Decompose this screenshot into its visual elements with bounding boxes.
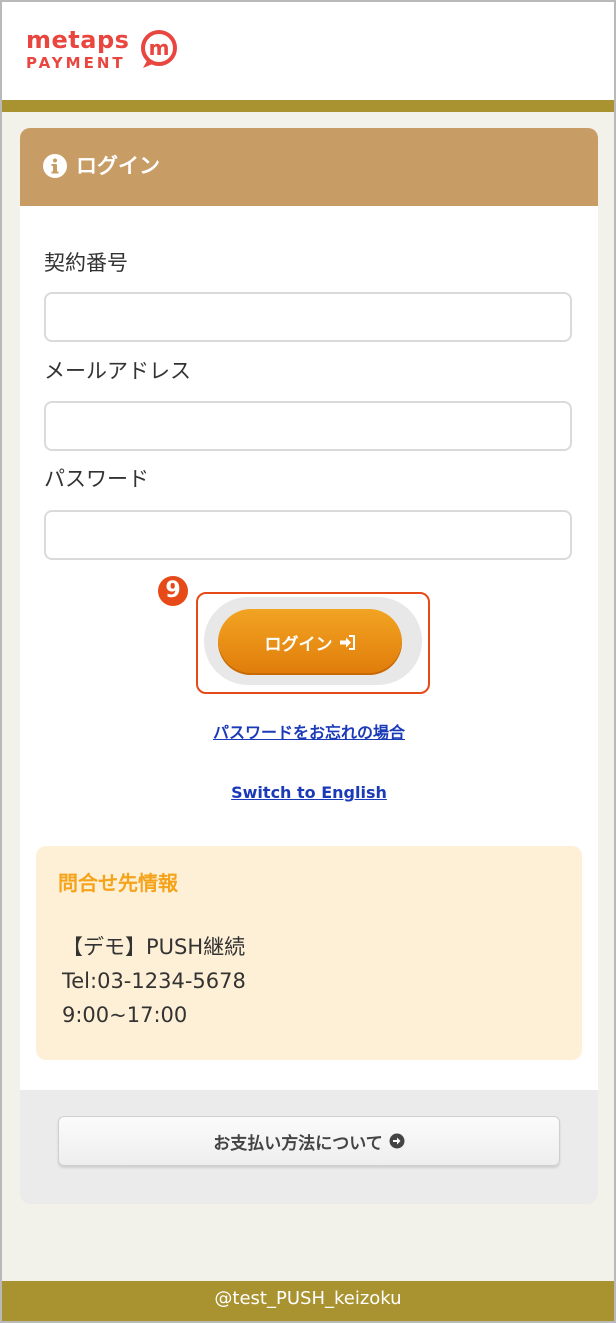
email-input[interactable]: [44, 401, 572, 451]
header-divider: [2, 100, 614, 112]
contract-number-label: 契約番号: [44, 251, 128, 275]
info-icon: [43, 154, 67, 178]
sign-in-icon: [339, 634, 355, 650]
logo-subtitle: PAYMENT: [26, 54, 126, 72]
login-button-label: ログイン: [264, 634, 333, 655]
login-button[interactable]: ログイン: [218, 609, 402, 675]
email-label: メールアドレス: [44, 359, 191, 383]
logo-mark-letter: m: [149, 36, 170, 60]
forgot-password-link[interactable]: パスワードをお忘れの場合: [20, 722, 598, 744]
site-header: metaps PAYMENT m: [2, 2, 614, 100]
logo-wordmark: metaps: [26, 26, 130, 54]
password-input[interactable]: [44, 510, 572, 560]
page-frame: metaps PAYMENT m ログイン 契約番号 メールアドレス パスワード…: [0, 0, 616, 1323]
password-label: パスワード: [44, 467, 149, 491]
contact-info-box: 問合せ先情報 【デモ】PUSH継続 Tel:03-1234-5678 9:00~…: [36, 846, 582, 1060]
step-badge: 9: [158, 576, 188, 606]
metaps-payment-logo: metaps PAYMENT m: [22, 24, 222, 84]
payment-info-section: お支払い方法について: [20, 1090, 598, 1204]
switch-to-english-link[interactable]: Switch to English: [20, 782, 598, 804]
contract-number-input[interactable]: [44, 292, 572, 342]
contact-tel: Tel:03-1234-5678: [62, 969, 246, 993]
login-card-header: ログイン: [20, 128, 598, 206]
login-card: ログイン 契約番号 メールアドレス パスワード 9 ログイン パスワードをお忘れ…: [20, 128, 598, 1204]
arrow-circle-right-icon: [389, 1133, 405, 1149]
payment-method-info-label: お支払い方法について: [213, 1133, 383, 1154]
logo-speech-bubble-icon: m: [141, 30, 177, 68]
contact-name: 【デモ】PUSH継続: [62, 935, 246, 959]
contact-hours: 9:00~17:00: [62, 1003, 188, 1027]
login-card-title: ログイン: [76, 154, 160, 178]
payment-method-info-button[interactable]: お支払い方法について: [58, 1116, 560, 1166]
contact-info-title: 問合せ先情報: [58, 871, 178, 895]
footer-bar: @test_PUSH_keizoku: [2, 1281, 614, 1321]
